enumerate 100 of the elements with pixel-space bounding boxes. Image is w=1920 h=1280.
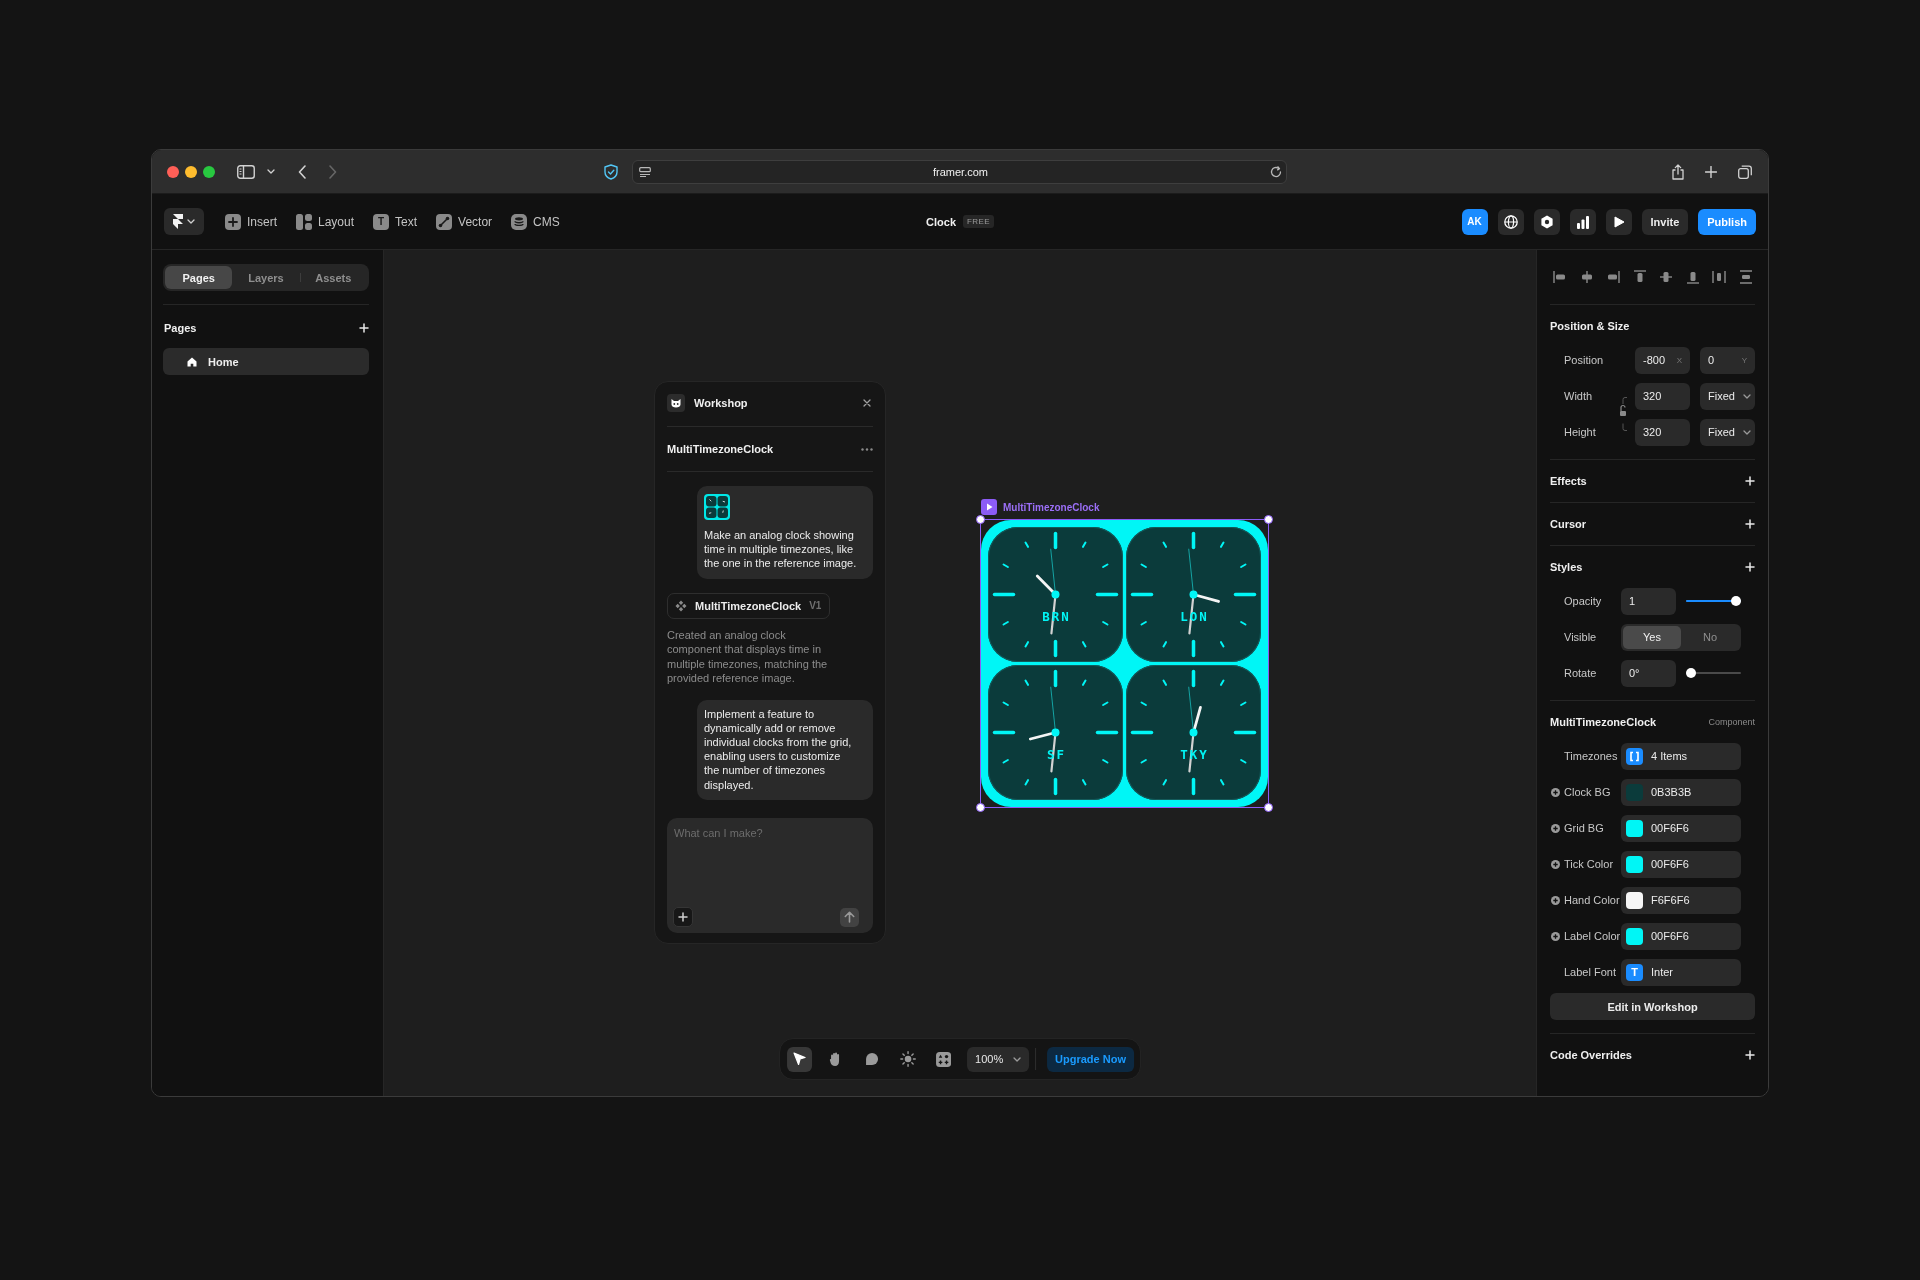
plus-circle-icon[interactable] — [1551, 787, 1560, 797]
shield-icon[interactable] — [604, 163, 618, 180]
pen-icon — [436, 213, 453, 230]
settings-button[interactable] — [1533, 208, 1560, 235]
tick-mark — [1233, 730, 1257, 735]
reload-icon[interactable] — [1270, 165, 1282, 178]
font-field[interactable]: T Inter — [1621, 958, 1741, 986]
plus-circle-icon[interactable] — [1551, 859, 1560, 869]
distribute-vertical-icon[interactable] — [1738, 270, 1753, 284]
rotation-slider[interactable] — [1686, 668, 1741, 678]
tick-mark — [1130, 592, 1154, 597]
lock-icon[interactable] — [1618, 396, 1628, 432]
tick-mark — [1162, 779, 1167, 786]
more-icon[interactable] — [861, 447, 873, 451]
send-button[interactable] — [840, 907, 859, 927]
toolbar-button[interactable]: Layout — [296, 213, 355, 230]
tick-mark — [1220, 679, 1225, 686]
color-field[interactable]: 00F6F6 — [1621, 850, 1741, 878]
array-field[interactable]: 4 Items — [1621, 742, 1741, 770]
framer-menu-button[interactable] — [164, 208, 204, 235]
page-item[interactable]: Home — [163, 348, 369, 375]
plus-icon[interactable] — [359, 323, 369, 333]
new-tab-icon[interactable] — [1705, 165, 1717, 178]
plus-icon[interactable] — [1745, 519, 1755, 529]
forward-icon[interactable] — [329, 164, 337, 179]
toolbar-button[interactable]: Vector — [436, 213, 493, 230]
color-field[interactable]: 00F6F6 — [1621, 922, 1741, 950]
address-bar[interactable]: framer.com — [632, 159, 1287, 184]
align-middle-icon[interactable] — [1659, 270, 1674, 284]
align-right-icon[interactable] — [1606, 270, 1621, 284]
select-field[interactable]: Fixed — [1700, 418, 1755, 446]
align-left-icon[interactable] — [1553, 270, 1567, 284]
toolbar-button[interactable]: CMS — [511, 213, 560, 230]
close-icon[interactable] — [863, 399, 871, 407]
opacity-slider[interactable] — [1686, 596, 1741, 606]
window-maximize-icon[interactable] — [203, 165, 215, 178]
number-field[interactable]: 320 — [1635, 418, 1690, 446]
upgrade-button[interactable]: Upgrade Now — [1047, 1046, 1134, 1072]
toolbar-button[interactable]: Insert — [225, 213, 277, 230]
component-play-icon — [981, 499, 997, 515]
number-field[interactable]: 320 — [1635, 382, 1690, 410]
version-chip[interactable]: MultiTimezoneClock V1 — [667, 592, 831, 619]
plus-icon[interactable] — [1745, 562, 1755, 572]
tabs-icon[interactable] — [1738, 164, 1752, 179]
window-close-icon[interactable] — [167, 165, 179, 178]
center-dot — [1051, 590, 1060, 599]
select-field[interactable]: Fixed — [1700, 382, 1755, 410]
plus-circle-icon[interactable] — [1551, 823, 1560, 833]
plus-icon[interactable] — [1745, 1050, 1755, 1060]
plus-circle-icon[interactable] — [1551, 931, 1560, 941]
preview-button[interactable] — [1605, 208, 1632, 235]
toolbar-button[interactable]: T Text — [373, 213, 418, 230]
number-field[interactable]: 1 — [1621, 587, 1676, 615]
clock-thumbnail[interactable] — [704, 494, 730, 520]
plus-circle-icon[interactable] — [1551, 895, 1560, 905]
panel-tab[interactable]: Assets — [299, 266, 367, 289]
resize-handle[interactable] — [976, 515, 985, 524]
property-label: Tick Color — [1564, 858, 1615, 870]
slider-thumb[interactable] — [1686, 668, 1696, 678]
sun-icon — [899, 1051, 916, 1067]
align-center-icon[interactable] — [1579, 270, 1594, 284]
component-label[interactable]: MultiTimezoneClock — [1003, 501, 1100, 513]
plus-icon[interactable] — [1745, 476, 1755, 486]
align-top-icon[interactable] — [1632, 270, 1647, 284]
number-field[interactable]: 0 Y — [1700, 346, 1755, 374]
analytics-button[interactable] — [1569, 208, 1596, 235]
number-field[interactable]: -800 X — [1635, 346, 1690, 374]
segment-option[interactable]: No — [1681, 625, 1739, 649]
color-field[interactable]: F6F6F6 — [1621, 886, 1741, 914]
panel-tab[interactable]: Pages — [165, 266, 233, 289]
tick-mark — [1082, 779, 1087, 786]
brackets-icon — [1626, 747, 1643, 765]
back-icon[interactable] — [298, 164, 306, 179]
distribute-horizontal-icon[interactable] — [1712, 270, 1727, 284]
sidebar-icon[interactable] — [237, 164, 255, 179]
resize-handle[interactable] — [1264, 803, 1273, 812]
globe-icon — [1503, 214, 1518, 229]
color-field[interactable]: 0B3B3B — [1621, 778, 1741, 806]
tick-mark — [1220, 541, 1225, 548]
field-label: Width — [1564, 390, 1594, 402]
color-field[interactable]: 00F6F6 — [1621, 814, 1741, 842]
resize-handle[interactable] — [976, 803, 985, 812]
slider-thumb[interactable] — [1731, 596, 1741, 606]
zoom-dropdown[interactable]: 100% — [967, 1046, 1030, 1072]
section-title: Position & Size — [1550, 320, 1630, 332]
section-title: Pages — [164, 322, 197, 334]
segment-option[interactable]: Yes — [1623, 625, 1681, 649]
panel-tab[interactable]: Layers — [232, 266, 300, 289]
attach-button[interactable] — [673, 907, 693, 927]
window-minimize-icon[interactable] — [185, 165, 197, 178]
assistant-message: Created an analog clock component that displays time in multiple timezones, matching the provided reference image. — [667, 627, 829, 686]
tool-button[interactable] — [787, 1046, 813, 1072]
invite-button[interactable]: Invite — [1641, 208, 1689, 235]
plan-badge: FREE — [963, 215, 994, 228]
align-bottom-icon[interactable] — [1685, 270, 1700, 284]
edit-in-workshop-button[interactable]: Edit in Workshop — [1550, 993, 1755, 1020]
share-icon[interactable] — [1671, 163, 1685, 180]
number-field[interactable]: 0° — [1621, 659, 1676, 687]
globe-button[interactable] — [1497, 208, 1524, 235]
resize-handle[interactable] — [1264, 515, 1273, 524]
